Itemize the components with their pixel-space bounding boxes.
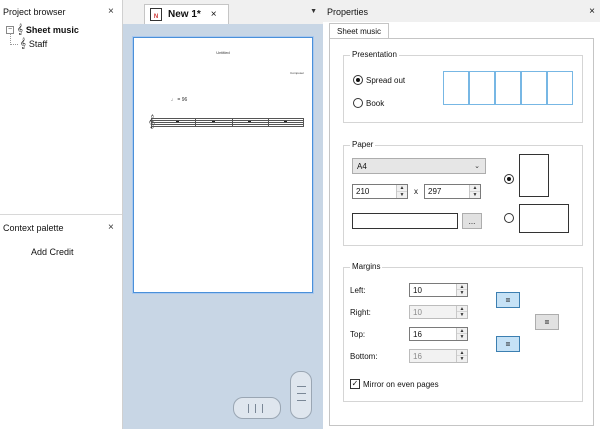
book-radio[interactable]	[353, 98, 363, 108]
browse-button[interactable]: ...	[462, 213, 482, 229]
tree-item-label: Staff	[28, 39, 48, 49]
paper-height-spinner[interactable]: 297 ▲ ▼	[424, 184, 481, 199]
whole-rest-icon	[212, 121, 215, 122]
tab-sheet-music[interactable]: Sheet music	[329, 23, 389, 39]
link-left-right-button[interactable]: =	[496, 292, 520, 308]
chevron-down-icon: ⌄	[474, 163, 480, 170]
properties-panel: Properties × Sheet music Presentation Sp…	[323, 0, 600, 429]
spin-down-icon[interactable]: ▼	[397, 192, 407, 199]
presentation-title: Presentation	[350, 50, 399, 59]
spread-out-label[interactable]: Spread out	[366, 76, 405, 85]
tree-item-sheet-music[interactable]: − 𝄞 Sheet music	[6, 25, 79, 35]
presentation-group: Presentation Spread out Book	[343, 50, 583, 123]
page-preview	[495, 71, 521, 105]
paper-width-value: 210	[356, 187, 370, 196]
context-palette-close-button[interactable]: ×	[108, 222, 114, 233]
context-palette-title: Context palette	[3, 223, 64, 233]
tree-item-label: Sheet music	[25, 25, 79, 35]
paper-width-spinner[interactable]: 210 ▲ ▼	[352, 184, 408, 199]
link-all-button[interactable]: =	[535, 314, 559, 330]
paper-height-value: 297	[428, 187, 442, 196]
paper-title: Paper	[350, 140, 376, 149]
score-title[interactable]: Untitled	[134, 50, 312, 55]
left-margin-spinner[interactable]: 10 ▲ ▼	[409, 283, 468, 297]
properties-close-button[interactable]: ×	[589, 6, 595, 17]
spin-down-icon[interactable]: ▼	[457, 334, 467, 340]
margins-title: Margins	[350, 262, 383, 271]
tree-item-staff[interactable]: 𝄞 Staff	[20, 38, 48, 50]
page-preview	[521, 71, 547, 105]
spin-down-icon[interactable]: ▼	[470, 192, 480, 199]
tree-connector	[10, 44, 18, 45]
left-margin-label: Left:	[350, 286, 366, 295]
tab-close-icon[interactable]: ×	[211, 9, 217, 20]
vertical-navigator[interactable]	[290, 371, 312, 419]
document-tabbar: N New 1* × ▼	[123, 0, 323, 24]
page-preview	[469, 71, 495, 105]
whole-rest-icon	[284, 121, 287, 122]
right-margin-value: 10	[413, 307, 422, 317]
score-page[interactable]: Untitled Composer ♩ = 96 𝄞	[133, 37, 313, 293]
staff-system[interactable]	[151, 118, 304, 127]
bottom-margin-label: Bottom:	[350, 352, 378, 361]
left-panels: Project browser × − 𝄞 Sheet music 𝄞 Staf…	[0, 0, 123, 429]
spread-out-radio[interactable]	[353, 75, 363, 85]
link-top-bottom-button[interactable]: =	[496, 336, 520, 352]
portrait-radio[interactable]	[504, 174, 514, 184]
document-icon: N	[150, 8, 162, 21]
mirror-label[interactable]: Mirror on even pages	[363, 380, 439, 389]
margins-group: Margins Left: 10 ▲ ▼ Right: 10 ▲ ▼ Top: 16…	[343, 262, 583, 402]
bottom-margin-spinner: 16 ▲ ▼	[409, 349, 468, 363]
properties-body: Presentation Spread out Book Paper A4 ⌄ …	[329, 38, 594, 426]
whole-rest-icon	[176, 121, 179, 122]
landscape-preview[interactable]	[519, 204, 569, 233]
paper-group: Paper A4 ⌄ 210 ▲ ▼ x 297 ▲ ▼ ...	[343, 140, 583, 246]
tempo-marking[interactable]: ♩ = 96	[171, 97, 187, 103]
times-label: x	[414, 187, 418, 196]
project-browser-close-button[interactable]: ×	[108, 6, 114, 17]
page-preview	[547, 71, 573, 105]
mirror-checkbox[interactable]: ✓	[350, 379, 360, 389]
top-margin-value: 16	[413, 329, 422, 339]
whole-rest-icon	[248, 121, 251, 122]
tab-new-1[interactable]: N New 1* ×	[144, 4, 229, 24]
spin-down-icon[interactable]: ▼	[457, 290, 467, 296]
paper-size-select[interactable]: A4 ⌄	[352, 158, 486, 174]
horizontal-navigator[interactable]	[233, 397, 281, 419]
project-browser-title: Project browser	[3, 7, 66, 17]
staff-icon: 𝄞	[20, 38, 26, 49]
score-composer[interactable]: Composer	[290, 71, 304, 75]
top-margin-label: Top:	[350, 330, 366, 339]
add-credit-item[interactable]: Add Credit	[31, 247, 74, 257]
portrait-preview[interactable]	[519, 154, 549, 197]
right-margin-label: Right:	[350, 308, 371, 317]
tab-menu-icon[interactable]: ▼	[310, 8, 317, 15]
page-preview	[443, 71, 469, 105]
properties-title: Properties	[327, 7, 369, 17]
bottom-margin-value: 16	[413, 351, 422, 361]
spread-preview	[443, 71, 574, 107]
spin-down-icon: ▼	[459, 312, 465, 318]
left-margin-value: 10	[413, 285, 422, 295]
properties-header: Properties ×	[323, 0, 600, 22]
tab-label: New 1*	[168, 9, 201, 20]
right-margin-spinner: 10 ▲ ▼	[409, 305, 468, 319]
book-label[interactable]: Book	[366, 99, 384, 108]
paper-name-field[interactable]	[352, 213, 458, 229]
paper-size-value: A4	[357, 161, 367, 171]
landscape-radio[interactable]	[504, 213, 514, 223]
top-margin-spinner[interactable]: 16 ▲ ▼	[409, 327, 468, 341]
sheet-music-icon: 𝄞	[17, 24, 23, 35]
spin-down-icon: ▼	[459, 356, 465, 362]
document-area: N New 1* × ▼ Untitled Composer ♩ = 96 𝄞	[123, 0, 323, 429]
